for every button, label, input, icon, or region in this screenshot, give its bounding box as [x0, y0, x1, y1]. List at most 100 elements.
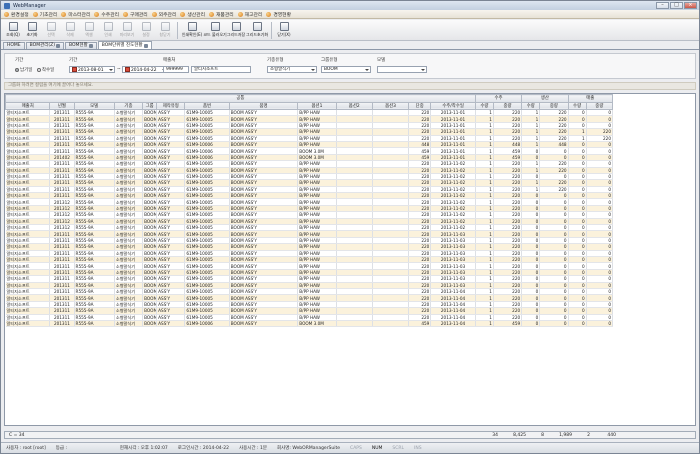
model-select[interactable]	[377, 66, 427, 73]
table-cell: ASS'Y	[156, 320, 186, 328]
radio-start-date[interactable]	[36, 67, 41, 72]
tab[interactable]: BOM현황	[64, 42, 97, 49]
column-header[interactable]: 매출처	[5, 101, 51, 110]
column-header[interactable]: 옵션3	[371, 101, 410, 110]
model-type-select[interactable]: 소형말식기	[267, 66, 317, 73]
column-header[interactable]: 기종	[113, 101, 144, 110]
sum-sales-weight: 440	[607, 433, 616, 438]
status-num: NUM	[371, 445, 383, 451]
column-header[interactable]: 수량	[567, 101, 587, 110]
tab-label: BOM현황	[68, 43, 88, 48]
menu-item[interactable]: 경영현황	[266, 11, 291, 18]
column-header[interactable]: 옵션2	[335, 101, 373, 110]
tab[interactable]: BOM관리(Z)	[25, 42, 64, 49]
menu-icon	[209, 11, 215, 17]
column-header[interactable]: 중량	[585, 101, 614, 110]
toolbar-button[interactable]: 인쇄확인(E)	[181, 21, 203, 40]
column-header[interactable]: 중량	[492, 101, 523, 110]
sum-sales-qty: 2	[587, 433, 590, 438]
table-cell: BOOM	[142, 275, 158, 283]
table-cell: 0	[521, 320, 541, 328]
menu-item[interactable]: 구매관리	[123, 11, 148, 18]
group-header-sales: 매출	[567, 94, 614, 103]
toolbar-button-label: 미리보기	[119, 32, 135, 37]
table-cell: BOOM	[142, 128, 158, 136]
tab[interactable]: BOM단위별 진도현황	[97, 41, 152, 49]
sum-prod-weight: 1,989	[559, 433, 572, 438]
results-table: 공통 수주 생산 매출 매출처 년월 모델 기종 그룹 제작유형 품번 품명 옵션1 옵션2 옵션3…	[5, 94, 614, 328]
tab-close-icon[interactable]	[143, 43, 148, 48]
column-header[interactable]: 제작유형	[156, 101, 186, 110]
document-tabs: HOME BOM관리(Z) BOM현황 BOM단위별 진도현황	[1, 41, 699, 50]
column-header[interactable]: 수량	[474, 101, 494, 110]
column-header[interactable]: 중량	[539, 101, 569, 110]
tab-close-icon[interactable]	[55, 44, 60, 48]
column-header[interactable]: 옵션1	[297, 101, 337, 110]
menu-item[interactable]: 생산관리	[180, 11, 205, 18]
menu-item[interactable]: 환경설정	[4, 11, 29, 18]
date-to-field[interactable]: 2014-04-22	[122, 66, 168, 73]
table-cell: BOOM	[142, 243, 158, 251]
table-cell: BOOM	[142, 307, 158, 315]
toolbar-button[interactable]: 그리드저장	[227, 21, 245, 40]
toolbar-button-label: 창닫기	[159, 32, 171, 37]
toolbar-button-label: 그리드저장	[226, 32, 246, 37]
menu-item[interactable]: 재품관리	[209, 11, 234, 18]
column-header[interactable]: 단중	[408, 101, 432, 110]
column-header[interactable]: 그룹	[142, 101, 158, 110]
table-cell: BOOM	[142, 135, 158, 142]
toolbar-button[interactable]: 그리드초기화	[246, 21, 268, 40]
menu-item[interactable]: 외주관리	[151, 11, 176, 18]
column-header[interactable]: 품명	[228, 101, 299, 110]
column-header[interactable]: 년월	[49, 101, 75, 110]
customer-code-field[interactable]: 999999	[163, 66, 189, 73]
close-window-button[interactable]: ×	[684, 2, 697, 9]
toolbar-button[interactable]: 닫기(X)	[275, 21, 293, 40]
tab-label: HOME	[7, 43, 21, 48]
model-type-value: 소형말식기	[270, 67, 291, 72]
radio-due-date[interactable]	[15, 67, 19, 72]
table-cell: BOOM	[142, 314, 158, 321]
column-header[interactable]: 수량	[521, 101, 541, 110]
table-cell: BOOM	[142, 294, 158, 302]
toolbar-button: 설정	[137, 21, 155, 40]
tab[interactable]: HOME	[3, 42, 25, 49]
menu-item[interactable]: 재고관리	[237, 11, 262, 18]
table-cell	[336, 320, 373, 328]
menu-icon	[61, 11, 67, 17]
toolbar-button-label: 인쇄	[104, 32, 112, 37]
toolbar-separator	[177, 22, 178, 39]
print-icon	[103, 22, 113, 31]
delete-icon	[65, 22, 75, 31]
table-cell: 소형말식기	[114, 320, 144, 328]
minimize-button[interactable]: –	[656, 2, 669, 9]
column-header[interactable]: 모델	[73, 101, 115, 110]
menu-item[interactable]: 수주관리	[94, 11, 119, 18]
menu-item-label: 구매관리	[130, 12, 148, 18]
table-row[interactable]: 알티지소프트 201311 R555-9A 소형말식기 BOOM ASS'Y 61M9-10…	[5, 320, 614, 328]
table-cell: 0	[539, 320, 569, 328]
customer-name-field[interactable]: 알티지소프트	[191, 66, 251, 73]
menu-item[interactable]: 기초관리	[32, 11, 57, 18]
main-menu-bar: 환경설정 기초관리 마스터관리 수주관리 구매관리 외주관리 생산관리 재품관리 재고관리 경영현…	[1, 10, 699, 19]
tab-close-icon[interactable]	[88, 44, 93, 48]
group-type-select[interactable]: BOOM	[321, 66, 371, 73]
group-by-drop-area[interactable]: 그룹화 하려면 컬럼을 여기에 끌어다 놓으세요.	[4, 82, 696, 90]
column-header[interactable]: 품번	[184, 101, 230, 110]
title-bar: WebManager – □ ×	[1, 1, 699, 10]
toolbar-button[interactable]: 초기화	[23, 21, 41, 40]
menu-item[interactable]: 마스터관리	[61, 11, 90, 18]
toolbar: 조회(Q) 초기화 선택 삭제 엑셀 인쇄 미리보기 설정 창닫기 인쇄확인(E) 코드 불러오기 그…	[1, 20, 699, 41]
date-from-field[interactable]: 2013-08-01	[69, 66, 115, 73]
toolbar-button[interactable]: 조회(Q)	[4, 21, 22, 40]
sum-order-weight: 8,425	[513, 433, 526, 438]
group-header-info: 공통	[5, 94, 476, 103]
status-ins: INS	[414, 445, 422, 451]
customer-code-value: 999999	[166, 67, 183, 72]
maximize-button[interactable]: □	[670, 2, 683, 9]
results-grid[interactable]: 공통 수주 생산 매출 매출처 년월 모델 기종 그룹 제작유형 품번 품명 옵션1 옵션2 옵션3…	[4, 93, 696, 426]
column-header[interactable]: 수주/착수일	[430, 101, 476, 110]
toolbar-button: 삭제	[61, 21, 79, 40]
toolbar-button[interactable]: 코드 불러오기	[203, 21, 227, 40]
table-cell: 알티지소프트	[5, 320, 51, 328]
